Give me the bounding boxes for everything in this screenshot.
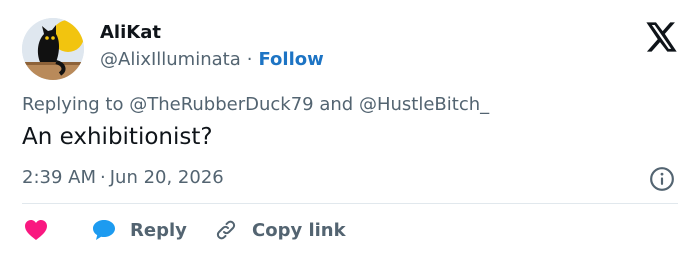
tweet-date: Jun 20, 2026 <box>109 167 224 188</box>
like-button[interactable] <box>24 218 50 242</box>
author-display-name[interactable]: AliKat <box>100 22 161 43</box>
heart-icon <box>25 220 47 240</box>
avatar-image <box>22 18 84 80</box>
divider <box>22 203 678 204</box>
avatar[interactable] <box>22 18 84 80</box>
mention-link[interactable]: @TheRubberDuck79 <box>129 94 313 115</box>
speech-bubble-icon <box>93 220 115 240</box>
reply-label: Reply <box>130 219 187 241</box>
x-logo-icon[interactable] <box>646 22 678 52</box>
follow-button[interactable]: Follow <box>258 49 323 70</box>
copy-link-button[interactable]: Copy link <box>214 218 346 242</box>
tweet-timestamp[interactable]: 2:39 AM · Jun 20, 2026 <box>22 167 224 188</box>
copy-link-label: Copy link <box>252 219 346 241</box>
separator-dot: · <box>100 167 106 188</box>
separator-dot: · <box>246 49 253 70</box>
mention-link[interactable]: @HustleBitch_ <box>359 94 489 115</box>
tweet-text: An exhibitionist? <box>22 124 213 150</box>
reply-button[interactable]: Reply <box>92 218 187 242</box>
link-icon <box>216 220 236 240</box>
author-handle-row: @AlixIlluminata · Follow <box>100 49 324 70</box>
reply-context-conjunction: and <box>319 94 354 115</box>
tweet-card: AliKat @AlixIlluminata · Follow Replying t… <box>0 0 700 256</box>
reply-context-prefix: Replying to <box>22 94 124 115</box>
reply-context: Replying to @TheRubberDuck79 and @Hustle… <box>22 94 489 115</box>
author-handle[interactable]: @AlixIlluminata <box>100 49 241 70</box>
tweet-time: 2:39 AM <box>22 167 96 188</box>
info-icon[interactable] <box>649 166 675 192</box>
